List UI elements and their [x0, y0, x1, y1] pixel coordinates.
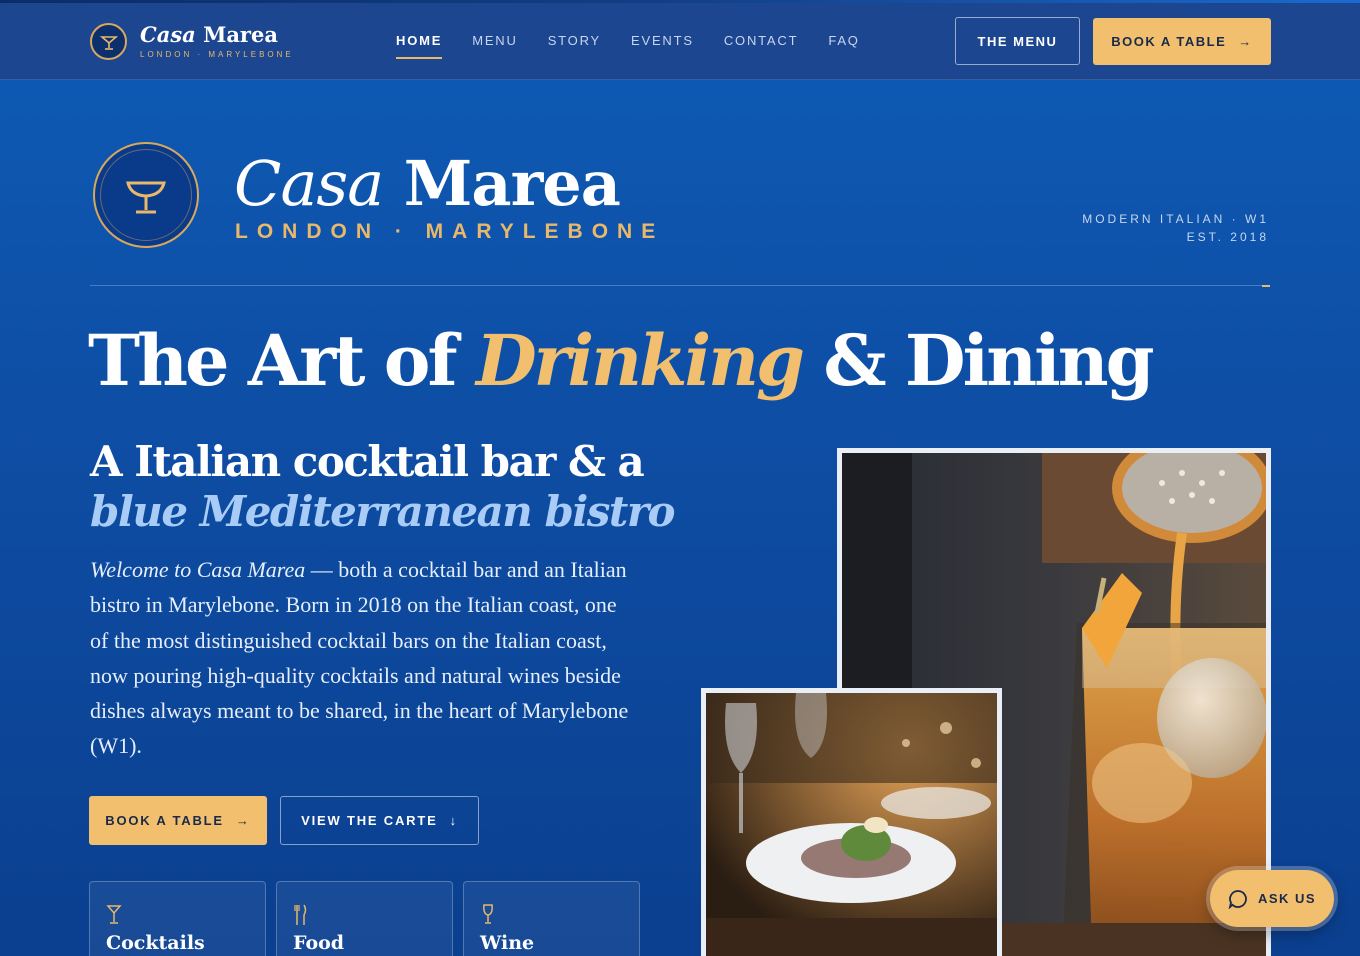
book-table-button[interactable]: BOOK A TABLE →	[89, 796, 267, 845]
nav-link-contact[interactable]: CONTACT	[724, 33, 798, 48]
page-title: The Art of Drinking & Dining	[88, 319, 1155, 402]
ask-us-label: ASK US	[1257, 891, 1317, 906]
hero-brand-name: Casa Marea	[234, 147, 621, 220]
nav-link-home[interactable]: HOME	[396, 33, 443, 59]
nav-link-events[interactable]: EVENTS	[631, 33, 694, 48]
hero-divider	[90, 285, 1270, 286]
card-title: Food	[293, 932, 345, 954]
site-header: Casa Marea LONDON · MARYLEBONE HOME MENU…	[0, 3, 1360, 80]
card-title: Wine	[480, 932, 535, 954]
subheading-line-2: blue Mediterranean bistro	[90, 487, 675, 536]
meta-cuisine: MODERN ITALIAN · W1	[1082, 212, 1269, 226]
view-carte-label: VIEW THE CARTE	[301, 813, 438, 828]
nav-brand-sub: LONDON · MARYLEBONE	[140, 50, 294, 59]
cocktail-glass-icon	[126, 181, 166, 214]
hero-brand-sub: LONDON · MARYLEBONE	[235, 220, 665, 243]
nav-link-menu[interactable]: MENU	[472, 33, 517, 48]
main-nav: HOME MENU STORY EVENTS CONTACT FAQ	[396, 33, 890, 59]
divider-accent	[1262, 285, 1270, 287]
meta-established: EST. 2018	[1186, 230, 1269, 244]
arrow-down-icon: ↓	[449, 813, 458, 828]
subheading-line-1: A Italian cocktail bar & a	[90, 437, 645, 486]
book-table-label: BOOK A TABLE	[105, 813, 224, 828]
nav-book-table-label: BOOK A TABLE	[1111, 34, 1227, 49]
hero-meta: MODERN ITALIAN · W1 EST. 2018	[1082, 210, 1269, 246]
nav-link-faq[interactable]: FAQ	[828, 33, 859, 48]
hero-logo-badge	[93, 142, 199, 248]
arrow-right-icon: →	[235, 813, 251, 828]
chat-bubble-icon	[1228, 889, 1247, 909]
cocktail-glass-icon	[106, 905, 122, 924]
card-wine[interactable]: Wine	[463, 881, 640, 956]
the-menu-button[interactable]: THE MENU	[955, 17, 1080, 65]
wine-glass-icon	[483, 904, 493, 924]
cocktail-glass-icon	[99, 35, 118, 50]
nav-brand-name: Casa Marea	[140, 22, 278, 47]
card-food[interactable]: Food	[276, 881, 453, 956]
nav-book-table-button[interactable]: BOOK A TABLE →	[1093, 18, 1271, 65]
nav-logo-badge[interactable]	[90, 23, 127, 60]
arrow-right-icon: →	[1238, 34, 1253, 49]
ask-us-chat-button[interactable]: ASK US	[1210, 870, 1334, 927]
nav-brand[interactable]: Casa Marea LONDON · MARYLEBONE	[140, 22, 294, 60]
fork-knife-icon	[294, 904, 307, 925]
card-title: Cocktails	[106, 932, 205, 954]
nav-link-story[interactable]: STORY	[548, 33, 601, 48]
intro-paragraph: Welcome to Casa Marea — both a cocktail …	[90, 557, 629, 759]
plated-dish-image	[706, 693, 997, 956]
dinner-photo	[701, 688, 1002, 956]
card-cocktails[interactable]: Cocktails	[89, 881, 266, 956]
view-carte-button[interactable]: VIEW THE CARTE ↓	[280, 796, 479, 845]
category-cards: Cocktails Food Wine	[89, 881, 640, 956]
